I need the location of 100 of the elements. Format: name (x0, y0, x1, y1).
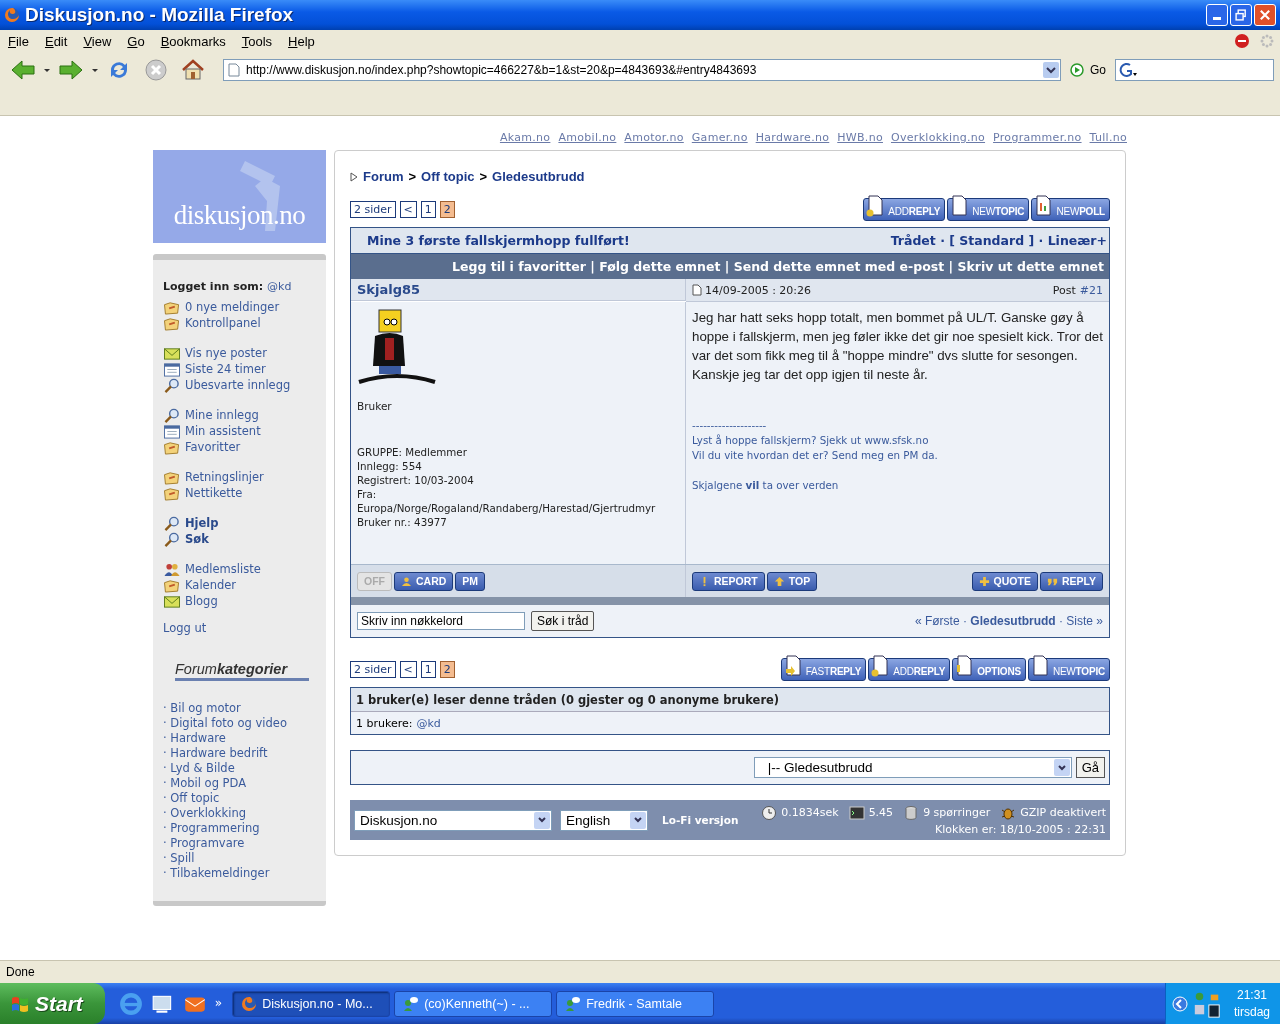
site-link[interactable]: Gamer.no (691, 131, 748, 144)
site-link[interactable]: Hardware.no (755, 131, 830, 144)
category-link[interactable]: · Overklokking (163, 806, 320, 821)
site-link[interactable]: Tull.no (1089, 131, 1127, 144)
menu-item[interactable]: View (83, 33, 117, 49)
view-mode-links[interactable]: Trådet · [ Standard ] · Lineær+ (890, 233, 1107, 248)
language-select[interactable]: English (560, 809, 648, 831)
stop-icon[interactable] (143, 58, 169, 82)
taskbar-button[interactable]: (co)Kenneth(~) - ... (394, 990, 553, 1017)
menu-item[interactable]: Edit (44, 33, 73, 49)
home-icon[interactable] (180, 58, 206, 82)
sidebar-link[interactable]: Retningslinjer (185, 470, 264, 484)
keyword-field[interactable]: Skriv inn nøkkelord (357, 612, 525, 630)
post-button[interactable]: TOP (766, 571, 818, 591)
menu-item[interactable]: Bookmarks (160, 33, 231, 49)
sidebar-link[interactable]: 0 nye meldinger (185, 300, 280, 314)
sidebar-link[interactable]: Min assistent (185, 424, 261, 438)
breadcrumb-link[interactable]: Gledesutbrudd (492, 169, 585, 184)
post-button[interactable]: REPORT (692, 571, 765, 591)
search-thread-button[interactable]: Søk i tråd (531, 611, 595, 631)
forum-action-button[interactable]: OPTIONS (952, 658, 1026, 681)
sidebar-link[interactable]: Ubesvarte innlegg (185, 378, 291, 392)
category-link[interactable]: · Off topic (163, 791, 320, 806)
lofi-link[interactable]: Lo-Fi versjon (662, 814, 739, 826)
page-count[interactable]: 2 sider (350, 201, 396, 218)
username-link[interactable]: @kd (267, 280, 292, 293)
category-link[interactable]: · Mobil og PDA (163, 776, 320, 791)
sidebar-link[interactable]: Nettikette (185, 486, 243, 500)
menu-item[interactable]: Tools (241, 33, 278, 49)
skin-select[interactable]: Diskusjon.no (354, 809, 552, 831)
address-field[interactable]: http://www.diskusjon.no/index.php?showtopic=466227&b=1&st=20&p=4843693&#entry4843693 (223, 59, 1061, 81)
taskbar-button[interactable]: Diskusjon.no - Mo... (232, 990, 391, 1017)
site-link[interactable]: Amobil.no (558, 131, 617, 144)
dropdown-caret-icon[interactable] (91, 66, 99, 74)
forum-jump-select[interactable]: |-- Gledesutbrudd (753, 757, 1072, 778)
forum-action-button[interactable]: NEWTOPIC (1027, 658, 1110, 681)
document-exclamation-icon (955, 655, 974, 677)
category-link[interactable]: · Programmering (163, 821, 320, 836)
taskbar-button[interactable]: Fredrik - Samtale (556, 990, 715, 1017)
username-link[interactable]: @kd (416, 716, 441, 730)
restore-button[interactable] (1230, 4, 1252, 26)
page-link[interactable]: 2 (439, 201, 455, 218)
start-button[interactable]: Start (0, 983, 105, 1024)
forum-action-button[interactable]: FASTREPLY (780, 658, 867, 681)
sidebar-link[interactable]: Mine innlegg (185, 408, 259, 422)
menu-item[interactable]: File (8, 33, 34, 49)
category-link[interactable]: · Hardware (163, 731, 320, 746)
previous-page-link[interactable]: < (399, 661, 417, 678)
post-button[interactable]: PM (455, 571, 486, 591)
site-link[interactable]: Amotor.no (624, 131, 684, 144)
search-field[interactable] (1115, 59, 1274, 81)
minimize-button[interactable] (1206, 4, 1228, 26)
sidebar-link[interactable]: Kontrollpanel (185, 316, 261, 330)
category-link[interactable]: · Tilbakemeldinger (163, 866, 320, 881)
overflow-chevron[interactable]: » (214, 995, 223, 1010)
menu-item[interactable]: Help (288, 33, 320, 49)
go-button[interactable]: Gå (1075, 757, 1105, 778)
page-count[interactable]: 2 sider (350, 661, 396, 678)
forward-arrow-icon[interactable] (58, 58, 84, 82)
forum-action-button[interactable]: NEWTOPIC (947, 198, 1030, 221)
back-arrow-icon[interactable] (10, 58, 36, 82)
page-link[interactable]: 2 (439, 661, 455, 678)
site-link[interactable]: HWB.no (837, 131, 883, 144)
site-link[interactable]: Programmer.no (993, 131, 1082, 144)
post-button[interactable]: CARD (394, 571, 454, 591)
category-link[interactable]: · Spill (163, 851, 320, 866)
sidebar-link[interactable]: Søk (185, 532, 209, 546)
sidebar-link[interactable]: Siste 24 timer (185, 362, 266, 376)
post-button[interactable]: QUOTE (971, 571, 1038, 591)
author-name[interactable]: Skjalg85 (357, 282, 421, 297)
page-link[interactable]: 1 (420, 661, 436, 678)
forum-action-button[interactable]: ADDREPLY (868, 658, 951, 681)
breadcrumb-link[interactable]: Forum (363, 169, 404, 184)
post-number-link[interactable]: #21 (1079, 283, 1103, 297)
post-button[interactable]: REPLY (1039, 571, 1103, 591)
menu-item[interactable]: Go (127, 33, 150, 49)
sidebar-link[interactable]: Kalender (185, 578, 237, 592)
logout-link[interactable]: Logg ut (163, 621, 320, 635)
site-link[interactable]: Akam.no (499, 131, 551, 144)
sidebar-link[interactable]: Hjelp (185, 516, 219, 530)
category-link[interactable]: · Digital foto og video (163, 716, 320, 731)
close-button[interactable] (1254, 4, 1276, 26)
category-link[interactable]: · Programvare (163, 836, 320, 851)
sidebar-link[interactable]: Vis nye poster (185, 346, 267, 360)
sidebar-link[interactable]: Blogg (185, 594, 218, 608)
dropdown-caret-icon[interactable] (43, 66, 51, 74)
category-link[interactable]: · Bil og motor (163, 701, 320, 716)
page-link[interactable]: 1 (420, 201, 436, 218)
forum-action-button[interactable]: NEWPOLL (1031, 198, 1110, 221)
breadcrumb-link[interactable]: Off topic (421, 169, 475, 184)
previous-page-link[interactable]: < (399, 201, 417, 218)
topic-action-links[interactable]: Legg til i favoritter | Følg dette emnet | Send dette emnet med e-post | Skriv ut dette emnet (452, 259, 1104, 274)
forum-action-button[interactable]: ADDREPLY (863, 198, 946, 221)
go-button[interactable]: Go (1064, 63, 1112, 77)
thread-navigation-links[interactable]: « Første · Gledesutbrudd · Siste » (914, 614, 1103, 628)
sidebar-link[interactable]: Favoritter (185, 440, 241, 454)
sidebar-link[interactable]: Medlemsliste (185, 562, 261, 576)
category-link[interactable]: · Lyd & Bilde (163, 761, 320, 776)
category-link[interactable]: · Hardware bedrift (163, 746, 320, 761)
site-link[interactable]: Overklokking.no (890, 131, 986, 144)
